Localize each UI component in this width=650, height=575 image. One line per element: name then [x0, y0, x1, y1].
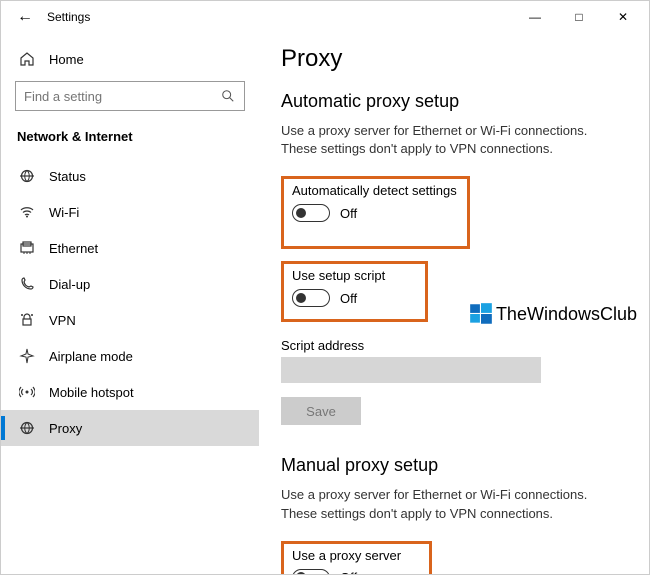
use-proxy-state: Off: [340, 570, 357, 574]
auto-detect-state: Off: [340, 206, 357, 221]
use-script-state: Off: [340, 291, 357, 306]
wifi-icon: [19, 204, 35, 220]
auto-heading: Automatic proxy setup: [281, 91, 621, 112]
hotspot-icon: [19, 384, 35, 400]
search-input[interactable]: [15, 81, 245, 111]
page-title: Proxy: [281, 45, 621, 73]
script-address-input[interactable]: [281, 357, 541, 383]
sidebar-item-wifi[interactable]: Wi-Fi: [1, 194, 259, 230]
watermark: TheWindowsClub: [468, 301, 637, 327]
sidebar-item-airplane[interactable]: Airplane mode: [1, 338, 259, 374]
use-proxy-toggle[interactable]: [292, 569, 330, 574]
sidebar-item-label: Airplane mode: [49, 349, 133, 364]
ethernet-icon: [19, 240, 35, 256]
auto-desc: Use a proxy server for Ethernet or Wi-Fi…: [281, 122, 621, 158]
windows-logo-icon: [468, 301, 494, 327]
sidebar-nav: Status Wi-Fi Ethernet Dial-up VPN: [1, 158, 259, 446]
proxy-icon: [19, 420, 35, 436]
sidebar-item-label: VPN: [49, 313, 76, 328]
close-button[interactable]: ✕: [601, 2, 645, 32]
sidebar: Home Network & Internet Status Wi: [1, 33, 259, 574]
watermark-text: TheWindowsClub: [496, 304, 637, 325]
home-link[interactable]: Home: [1, 45, 259, 77]
sidebar-item-ethernet[interactable]: Ethernet: [1, 230, 259, 266]
sidebar-item-hotspot[interactable]: Mobile hotspot: [1, 374, 259, 410]
sidebar-item-label: Proxy: [49, 421, 82, 436]
status-icon: [19, 168, 35, 184]
use-script-label: Use setup script: [292, 268, 385, 283]
settings-window: ← Settings — □ ✕ Home: [0, 0, 650, 575]
minimize-button[interactable]: —: [513, 2, 557, 32]
main-panel: Proxy Automatic proxy setup Use a proxy …: [259, 33, 649, 574]
sidebar-item-dialup[interactable]: Dial-up: [1, 266, 259, 302]
home-icon: [19, 51, 35, 67]
home-label: Home: [49, 52, 84, 67]
manual-desc: Use a proxy server for Ethernet or Wi-Fi…: [281, 486, 621, 522]
sidebar-item-label: Ethernet: [49, 241, 98, 256]
search-icon: [220, 88, 236, 104]
frame-use-proxy: Use a proxy server Off: [281, 541, 432, 574]
sidebar-item-label: Status: [49, 169, 86, 184]
sidebar-item-status[interactable]: Status: [1, 158, 259, 194]
sidebar-item-label: Mobile hotspot: [49, 385, 134, 400]
frame-use-script: Use setup script Off: [281, 261, 428, 322]
sidebar-item-label: Dial-up: [49, 277, 90, 292]
sidebar-item-label: Wi-Fi: [49, 205, 79, 220]
search-field[interactable]: [24, 89, 220, 104]
save-button[interactable]: Save: [281, 397, 361, 425]
frame-auto-detect: Automatically detect settings Off: [281, 176, 470, 249]
airplane-icon: [19, 348, 35, 364]
manual-heading: Manual proxy setup: [281, 455, 621, 476]
dialup-icon: [19, 276, 35, 292]
maximize-button[interactable]: □: [557, 2, 601, 32]
back-icon[interactable]: ←: [17, 8, 33, 26]
script-address-label: Script address: [281, 338, 621, 353]
auto-detect-label: Automatically detect settings: [292, 183, 457, 198]
vpn-icon: [19, 312, 35, 328]
sidebar-item-proxy[interactable]: Proxy: [1, 410, 259, 446]
auto-detect-toggle[interactable]: [292, 204, 330, 222]
use-proxy-label: Use a proxy server: [292, 548, 401, 563]
sidebar-item-vpn[interactable]: VPN: [1, 302, 259, 338]
sidebar-section-title: Network & Internet: [1, 123, 259, 158]
titlebar: ← Settings — □ ✕: [1, 1, 649, 33]
use-script-toggle[interactable]: [292, 289, 330, 307]
window-title: Settings: [47, 10, 90, 24]
